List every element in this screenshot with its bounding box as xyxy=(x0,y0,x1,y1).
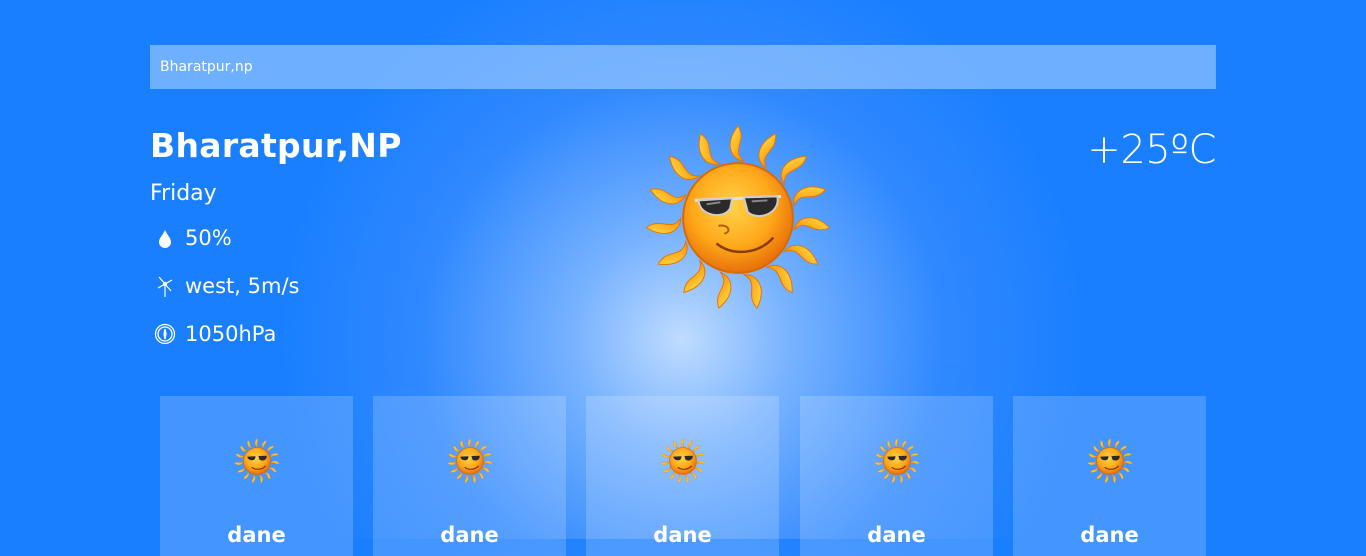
wind-row: west, 5m/s xyxy=(153,274,299,298)
humidity-value: 50% xyxy=(185,226,232,250)
forecast-card[interactable]: dane xyxy=(1013,396,1206,556)
sun-with-sunglasses-icon xyxy=(447,438,493,484)
forecast-card[interactable]: dane xyxy=(160,396,353,556)
pressure-value: 1050hPa xyxy=(185,322,277,346)
sun-with-sunglasses-icon xyxy=(874,438,920,484)
forecast-label: dane xyxy=(440,523,499,547)
forecast-label: dane xyxy=(653,523,712,547)
forecast-card[interactable]: dane xyxy=(586,396,779,556)
pressure-row: 1050hPa xyxy=(153,322,276,346)
humidity-row: 50% xyxy=(153,226,232,250)
temperature: +25ºC xyxy=(1087,127,1216,173)
wind-value: west, 5m/s xyxy=(185,274,300,298)
city-name: Bharatpur,NP xyxy=(150,126,402,165)
search-input[interactable]: Bharatpur,np xyxy=(150,45,1216,89)
compass-icon xyxy=(153,322,177,346)
forecast-card[interactable]: dane xyxy=(373,396,566,556)
windmill-icon xyxy=(153,274,177,298)
sun-with-sunglasses-icon xyxy=(1087,438,1133,484)
day-label: Friday xyxy=(150,181,217,206)
sun-with-sunglasses-icon xyxy=(660,438,706,484)
water-drop-icon xyxy=(153,226,177,250)
forecast-label: dane xyxy=(1080,523,1139,547)
forecast-card[interactable]: dane xyxy=(800,396,993,556)
sun-with-sunglasses-icon xyxy=(234,438,280,484)
sun-with-sunglasses-icon xyxy=(645,125,831,309)
forecast-label: dane xyxy=(227,523,286,547)
forecast-label: dane xyxy=(867,523,926,547)
